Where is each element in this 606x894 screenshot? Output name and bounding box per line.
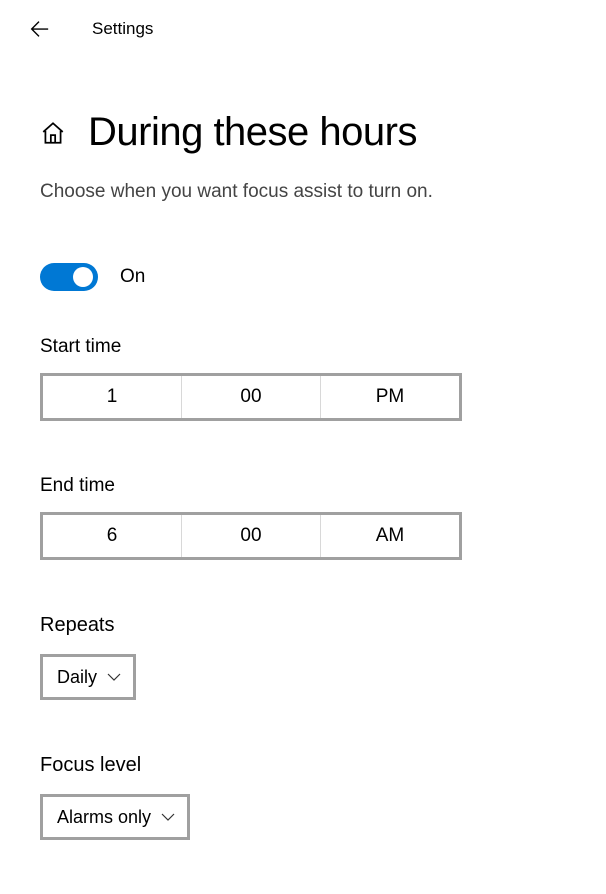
page-title: During these hours <box>88 110 417 155</box>
page-subtitle: Choose when you want focus assist to tur… <box>40 181 566 203</box>
focus-level-value: Alarms only <box>57 807 151 828</box>
toggle-state-label: On <box>120 266 145 288</box>
back-arrow-icon[interactable] <box>28 18 50 40</box>
start-time-label: Start time <box>40 336 566 358</box>
repeats-value: Daily <box>57 667 97 688</box>
end-minute[interactable]: 00 <box>182 515 321 557</box>
end-time-picker[interactable]: 6 00 AM <box>40 512 462 560</box>
home-icon[interactable] <box>40 120 66 146</box>
focus-assist-toggle[interactable] <box>40 263 98 291</box>
header-title: Settings <box>92 19 153 39</box>
end-period[interactable]: AM <box>321 515 459 557</box>
end-time-label: End time <box>40 475 566 497</box>
start-period[interactable]: PM <box>321 376 459 418</box>
repeats-label: Repeats <box>40 614 566 637</box>
start-hour[interactable]: 1 <box>43 376 182 418</box>
toggle-knob <box>73 267 93 287</box>
chevron-down-icon <box>161 813 175 822</box>
start-minute[interactable]: 00 <box>182 376 321 418</box>
end-hour[interactable]: 6 <box>43 515 182 557</box>
chevron-down-icon <box>107 673 121 682</box>
repeats-dropdown[interactable]: Daily <box>40 654 136 700</box>
focus-level-dropdown[interactable]: Alarms only <box>40 794 190 840</box>
focus-level-label: Focus level <box>40 754 566 777</box>
start-time-picker[interactable]: 1 00 PM <box>40 373 462 421</box>
